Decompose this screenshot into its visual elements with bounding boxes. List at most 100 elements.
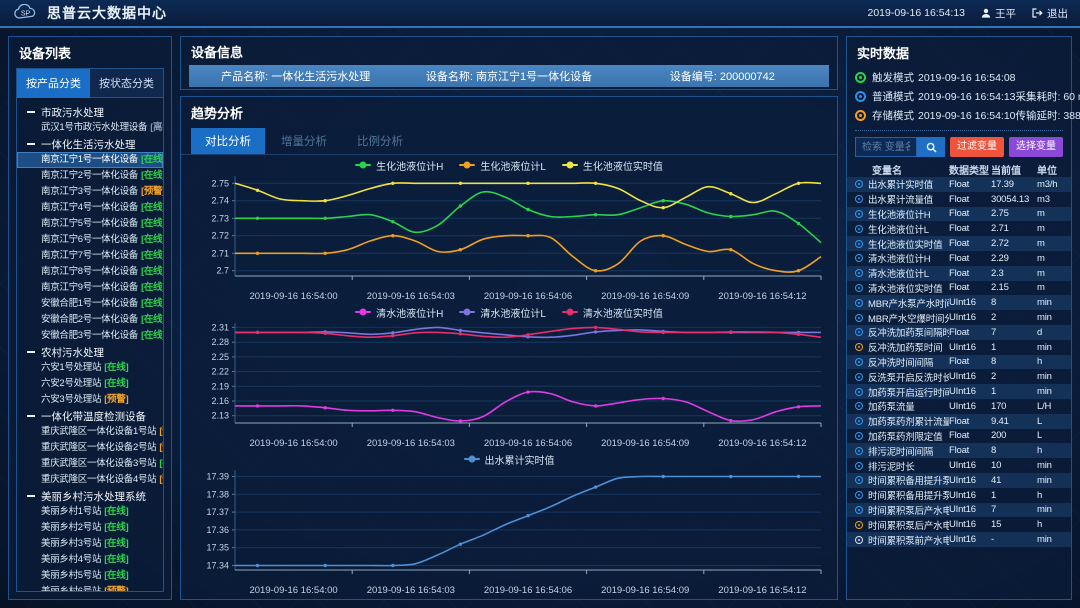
tree-group-header[interactable]: 农村污水处理 <box>17 344 163 360</box>
tree-item[interactable]: 六安3号处理站[预警] <box>17 392 163 408</box>
table-row[interactable]: 时间累积泵后产水电动阀时UInt1615h <box>847 517 1071 532</box>
tree-item[interactable]: 武汉1号市政污水处理设备[离线] <box>17 120 163 136</box>
table-row[interactable]: 出水累计流量值Float30054.13m3 <box>847 192 1071 207</box>
tree-group-header[interactable]: 一体化生活污水处理 <box>17 136 163 152</box>
table-row[interactable]: 加药泵流量UInt16170L/H <box>847 399 1071 414</box>
table-row[interactable]: 时间累积备用提升泵分UInt1641min <box>847 473 1071 488</box>
tree-item-status-badge: [在线] <box>104 362 128 373</box>
table-row[interactable]: 反冲洗加药泵时间UInt161min <box>847 340 1071 355</box>
tree-group-header[interactable]: 美丽乡村污水处理系统 <box>17 488 163 504</box>
table-row[interactable]: 排污泥时间间隔Float8h <box>847 443 1071 458</box>
variable-status-icon <box>855 314 863 322</box>
logout-button[interactable]: 退出 <box>1032 6 1068 21</box>
tree-item[interactable]: 南京江宁7号一体化设备[在线] <box>17 248 163 264</box>
tab-by-product[interactable]: 按产品分类 <box>17 69 90 98</box>
legend-item[interactable]: 清水池液位计H <box>355 305 443 320</box>
app-title: 思普云大数据中心 <box>47 3 167 23</box>
tree-item[interactable]: 南京江宁8号一体化设备[在线] <box>17 264 163 280</box>
x-axis-label: 2019-09-16 16:54:03 <box>367 291 455 302</box>
variable-name: 反洗泵开启反洗时长 <box>868 370 949 384</box>
tree-item[interactable]: 南京江宁4号一体化设备[在线] <box>17 200 163 216</box>
variable-value: 2.29 <box>991 253 1037 264</box>
table-row[interactable]: 反洗泵开启反洗时长UInt162min <box>847 369 1071 384</box>
collapse-minus-icon[interactable] <box>27 143 35 145</box>
table-row[interactable]: MBR产水空爆时间分UInt162min <box>847 310 1071 325</box>
tree-item[interactable]: 美丽乡村4号站[在线] <box>17 552 163 568</box>
table-row[interactable]: 清水池液位计HFloat2.29m <box>847 251 1071 266</box>
table-row[interactable]: 时间累积泵前产水电动阀分UInt16-min <box>847 532 1071 547</box>
variable-type: UInt16 <box>949 297 991 308</box>
variable-value: 15 <box>991 519 1037 530</box>
tree-item-label: 安徽合肥1号一体化设备 <box>41 298 138 309</box>
tree-item[interactable]: 美丽乡村5号站[在线] <box>17 568 163 584</box>
table-row[interactable]: 时间累积备用提升泵时UInt161h <box>847 488 1071 503</box>
table-row[interactable]: 反冲洗加药泵间隔时间Float7d <box>847 325 1071 340</box>
collapse-minus-icon[interactable] <box>27 495 35 497</box>
x-axis-label: 2019-09-16 16:54:12 <box>718 438 806 449</box>
collapse-minus-icon[interactable] <box>27 415 35 417</box>
tree-item[interactable]: 南京江宁2号一体化设备[在线] <box>17 168 163 184</box>
status-ring-icon <box>855 72 866 83</box>
collapse-minus-icon[interactable] <box>27 111 35 113</box>
tree-item[interactable]: 重庆武隆区一体化设备2号站[预警] <box>17 440 163 456</box>
tree-item-label: 安徽合肥2号一体化设备 <box>41 314 138 325</box>
tree-item[interactable]: 南京江宁5号一体化设备[在线] <box>17 216 163 232</box>
table-row[interactable]: 清水池液位计LFloat2.3m <box>847 266 1071 281</box>
chart-x-axis-labels: 2019-09-16 16:54:002019-09-16 16:54:0320… <box>189 291 829 304</box>
tree-item[interactable]: 六安2号处理站[在线] <box>17 376 163 392</box>
tree-item[interactable]: 美丽乡村1号站[在线] <box>17 504 163 520</box>
legend-item[interactable]: 生化池液位实时值 <box>562 158 663 173</box>
table-row[interactable]: 反冲洗时间间隔Float8h <box>847 355 1071 370</box>
tree-item[interactable]: 美丽乡村6号站[预警] <box>17 584 163 592</box>
tab-by-status[interactable]: 按状态分类 <box>90 69 163 98</box>
select-variables-button[interactable]: 选择变量 <box>1009 137 1063 157</box>
table-row[interactable]: 清水池液位实时值Float2.15m <box>847 281 1071 296</box>
tree-item[interactable]: 安徽合肥3号一体化设备[在线] <box>17 328 163 344</box>
legend-item[interactable]: 生化池液位计L <box>459 158 546 173</box>
table-row[interactable]: 加药泵药剂限定值Float200L <box>847 429 1071 444</box>
tree-item[interactable]: 重庆武隆区一体化设备1号站[预警] <box>17 424 163 440</box>
variable-name: 清水池液位计L <box>868 266 929 280</box>
svg-text:2.75: 2.75 <box>211 178 229 188</box>
tree-item[interactable]: 重庆武隆区一体化设备3号站[在线] <box>17 456 163 472</box>
filter-variables-button[interactable]: 过滤变量 <box>950 137 1004 157</box>
table-row[interactable]: 生化池液位实时值Float2.72m <box>847 236 1071 251</box>
tree-item-status-badge: [在线] <box>104 522 128 533</box>
legend-item[interactable]: 出水累计实时值 <box>464 452 555 467</box>
tab-compare-analysis[interactable]: 对比分析 <box>191 128 265 154</box>
tree-group-header[interactable]: 一体化带温度检测设备 <box>17 408 163 424</box>
table-row[interactable]: 加药泵药剂累计流量Float9.41L <box>847 414 1071 429</box>
tree-item[interactable]: 南京江宁6号一体化设备[在线] <box>17 232 163 248</box>
tree-item[interactable]: 美丽乡村2号站[在线] <box>17 520 163 536</box>
tree-item[interactable]: 美丽乡村3号站[在线] <box>17 536 163 552</box>
collapse-minus-icon[interactable] <box>27 351 35 353</box>
search-input[interactable] <box>855 137 917 157</box>
tab-increment-analysis[interactable]: 增量分析 <box>267 128 341 154</box>
tree-item[interactable]: 南京江宁3号一体化设备[预警] <box>17 184 163 200</box>
tree-item[interactable]: 安徽合肥1号一体化设备[在线] <box>17 296 163 312</box>
table-row[interactable]: 时间累积泵后产水电动阀分UInt167min <box>847 503 1071 518</box>
variable-type: UInt16 <box>949 460 991 471</box>
tree-item[interactable]: 安徽合肥2号一体化设备[在线] <box>17 312 163 328</box>
user-menu[interactable]: 王平 <box>981 6 1016 21</box>
legend-item[interactable]: 生化池液位计H <box>355 158 443 173</box>
tree-item[interactable]: 南京江宁9号一体化设备[在线] <box>17 280 163 296</box>
table-row[interactable]: 生化池液位计LFloat2.71m <box>847 221 1071 236</box>
table-row[interactable]: 排污泥时长UInt1610min <box>847 458 1071 473</box>
tab-ratio-analysis[interactable]: 比例分析 <box>343 128 417 154</box>
variable-name: 生化池液位实时值 <box>868 237 942 251</box>
legend-item[interactable]: 清水池液位计L <box>459 305 546 320</box>
tree-item[interactable]: 重庆武隆区一体化设备4号站[预警] <box>17 472 163 488</box>
tree-item[interactable]: 六安1号处理站[在线] <box>17 360 163 376</box>
tree-item[interactable]: 南京江宁1号一体化设备[在线] <box>17 152 163 168</box>
table-row[interactable]: 加药泵开启运行时间UInt161min <box>847 384 1071 399</box>
table-row[interactable]: 出水累计实时值Float17.39m3/h <box>847 177 1071 192</box>
search-button[interactable] <box>917 137 945 157</box>
table-row[interactable]: 生化池液位计HFloat2.75m <box>847 207 1071 222</box>
tree-group-header[interactable]: 市政污水处理 <box>17 104 163 120</box>
legend-item[interactable]: 清水池液位实时值 <box>562 305 663 320</box>
table-row[interactable]: MBR产水泵产水时间分UInt168min <box>847 295 1071 310</box>
variable-type: Float <box>949 208 991 219</box>
variable-value: 7 <box>991 327 1037 338</box>
variable-unit: L <box>1037 416 1063 427</box>
